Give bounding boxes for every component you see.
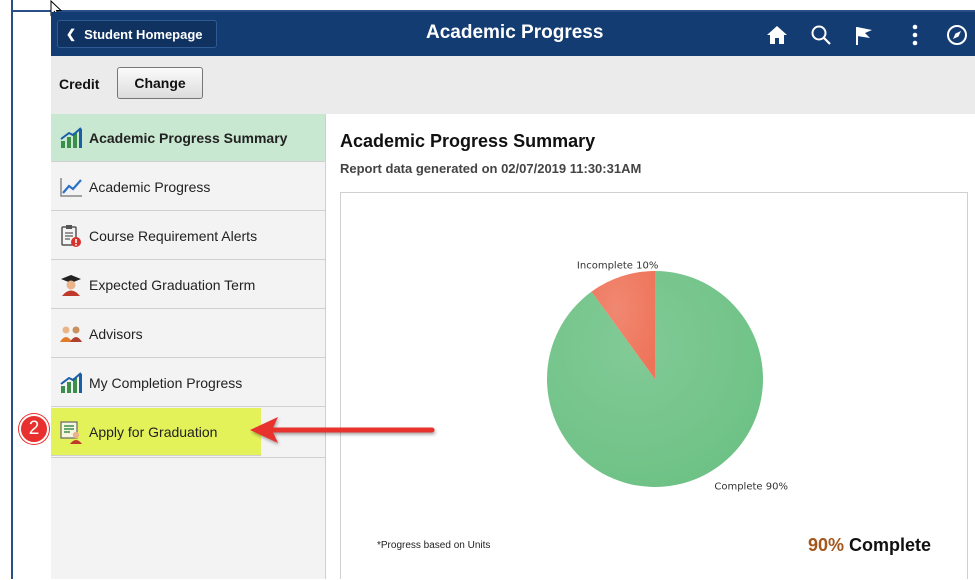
app-header: ❮ Student Homepage Academic Progress xyxy=(51,12,975,56)
sidebar-item-apply-for-graduation[interactable]: Apply for Graduation xyxy=(51,408,261,456)
sidebar-item-label: Course Requirement Alerts xyxy=(89,227,258,244)
back-button-label: Student Homepage xyxy=(84,26,203,42)
report-generated-text: Report data generated on 02/07/2019 11:3… xyxy=(340,161,642,176)
section-title: Academic Progress Summary xyxy=(340,131,596,151)
annotation-arrow-icon xyxy=(250,417,435,443)
more-vertical-icon[interactable] xyxy=(902,22,928,48)
pie-label-incomplete: Incomplete 10% xyxy=(577,260,658,271)
search-icon[interactable] xyxy=(808,22,834,48)
career-label: Credit xyxy=(59,76,100,92)
career-toolbar: Credit Change xyxy=(51,56,975,115)
progress-chart-panel: Complete 90% Incomplete 10% *Progress bas… xyxy=(340,192,968,579)
window-frame-left xyxy=(11,0,13,579)
sidebar-item-label: Apply for Graduation xyxy=(89,423,218,440)
sidebar-divider xyxy=(51,457,325,458)
step-number-badge: 2 xyxy=(19,414,49,444)
back-to-student-homepage-button[interactable]: ❮ Student Homepage xyxy=(57,20,217,48)
change-career-button[interactable]: Change xyxy=(117,67,203,99)
pie-label-complete: Complete 90% xyxy=(714,482,788,493)
flag-icon[interactable] xyxy=(851,22,877,48)
progress-footnote: *Progress based on Units xyxy=(377,540,491,551)
sidebar-item-academic-progress[interactable]: Academic Progress xyxy=(51,163,325,211)
sidebar-item-course-requirement-alerts[interactable]: Course Requirement Alerts xyxy=(51,212,325,260)
chevron-left-icon: ❮ xyxy=(66,27,77,41)
progress-chart-icon xyxy=(59,126,83,150)
sidebar-item-expected-graduation-term[interactable]: Expected Graduation Term xyxy=(51,261,325,309)
apply-graduation-icon xyxy=(59,420,83,444)
completion-percent: 90% xyxy=(807,535,844,555)
completion-summary: 90% Complete xyxy=(808,535,931,556)
sidebar-item-advisors[interactable]: Advisors xyxy=(51,310,325,358)
completion-word: Complete xyxy=(848,535,931,555)
home-icon[interactable] xyxy=(764,22,790,48)
sidebar-item-my-completion-progress[interactable]: My Completion Progress xyxy=(51,359,325,407)
sidebar-item-label: Academic Progress xyxy=(89,178,211,195)
sidebar-item-label: Advisors xyxy=(89,325,143,342)
compass-icon[interactable] xyxy=(944,22,970,48)
sidebar-item-label: Expected Graduation Term xyxy=(89,276,256,293)
advisors-icon xyxy=(59,322,83,346)
alert-clipboard-icon xyxy=(59,224,83,248)
progress-chart-icon xyxy=(59,371,83,395)
page-title: Academic Progress xyxy=(426,22,604,43)
line-chart-icon xyxy=(59,175,83,199)
progress-pie-chart: Complete 90% Incomplete 10% xyxy=(547,260,788,493)
graduate-icon xyxy=(59,273,83,297)
sidebar-item-academic-progress-summary[interactable]: Academic Progress Summary xyxy=(51,114,325,162)
main-content: Academic Progress Summary Report data ge… xyxy=(326,114,975,579)
sidebar-item-label: Academic Progress Summary xyxy=(89,129,288,146)
sidebar-nav: Academic Progress Summary Academic Progr… xyxy=(51,114,326,579)
sidebar-item-label: My Completion Progress xyxy=(89,374,243,391)
